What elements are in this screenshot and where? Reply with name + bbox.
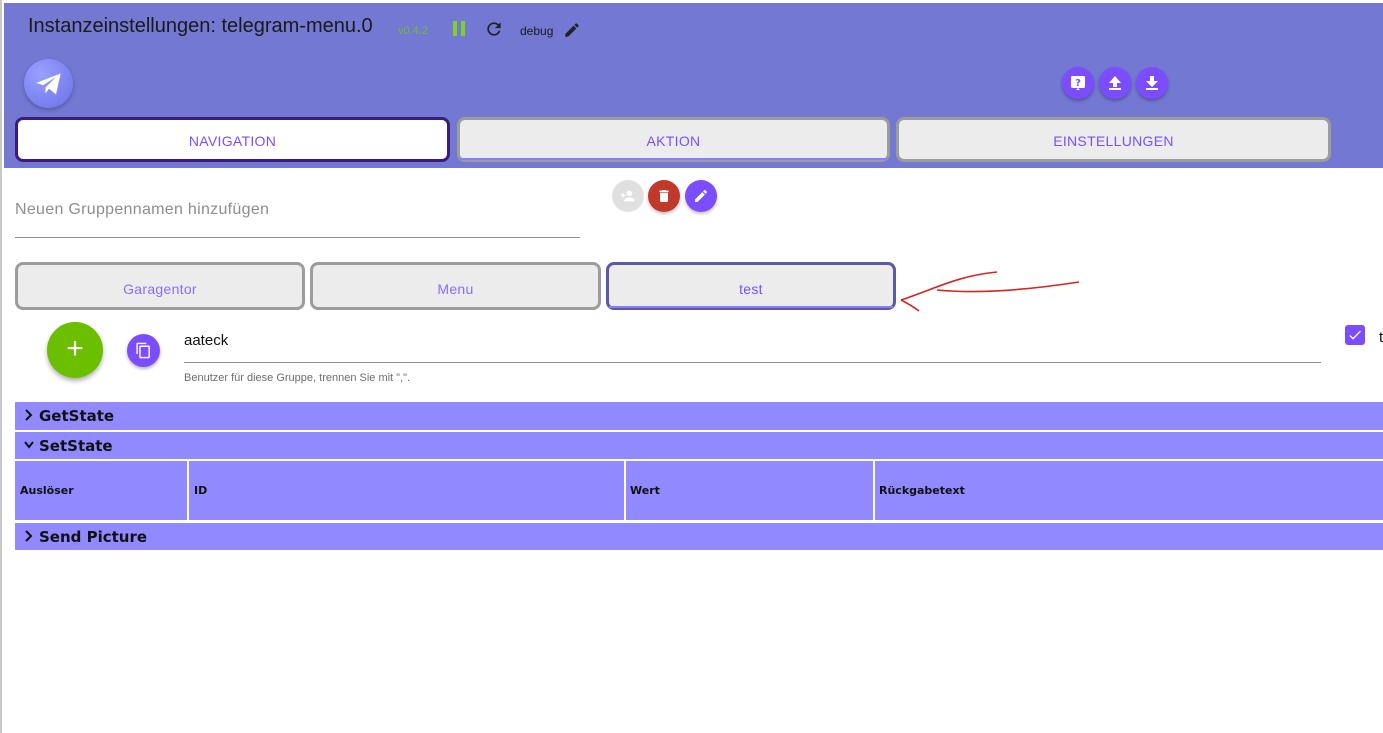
group-active-checkbox[interactable] (1345, 325, 1365, 345)
setstate-table-header: Auslöser ID Wert Rückgabetext (15, 461, 1383, 520)
copy-icon (136, 342, 150, 359)
upload-icon (1109, 76, 1121, 90)
tab-underline (609, 306, 893, 308)
page-title: Instanzeinstellungen: telegram-menu.0 (28, 15, 373, 37)
edit-icon (695, 189, 708, 202)
tab-navigation[interactable]: NAVIGATION (15, 117, 450, 162)
accordion-label: GetState (39, 407, 115, 425)
tab-navigation-label: NAVIGATION (188, 133, 277, 149)
tab-aktion[interactable]: AKTION (457, 117, 890, 162)
telegram-plane-icon (36, 73, 61, 95)
edit-group-button[interactable] (685, 180, 717, 212)
group-tab-test[interactable]: test (606, 262, 896, 310)
accordion-getstate[interactable]: GetState (15, 402, 1383, 430)
group-tab-label: Garagentor (123, 281, 197, 297)
accordion-setstate[interactable]: SetState (15, 432, 1383, 459)
tab-underline (460, 158, 887, 160)
refresh-icon[interactable] (484, 19, 504, 39)
column-header-id: ID (194, 484, 208, 497)
delete-icon (659, 190, 669, 202)
add-group-icon (620, 190, 635, 202)
column-header-ausloeser: Auslöser (20, 484, 74, 497)
instance-header: ? NAVIGATION AKTION EINSTELLUNGEN (4, 51, 1383, 168)
tab-einstellungen[interactable]: EINSTELLUNGEN (896, 117, 1331, 162)
log-level-label: debug (520, 24, 554, 38)
checkbox-label: t (1379, 329, 1383, 346)
users-helper-text: Benutzer für diese Gruppe, trennen Sie m… (184, 372, 411, 384)
column-header-rueckgabetext: Rückgabetext (879, 484, 965, 497)
version-badge: v0.4.2 (398, 25, 428, 37)
group-name-input[interactable]: Neuen Gruppennamen hinzufügen (15, 196, 580, 238)
add-group-button[interactable] (612, 180, 644, 212)
group-tab-garagentor[interactable]: Garagentor (15, 262, 305, 310)
title-bar: Instanzeinstellungen: telegram-menu.0 v0… (4, 3, 1383, 51)
accordion-label: Send Picture (39, 528, 148, 546)
group-tab-menu[interactable]: Menu (310, 262, 601, 310)
tab-aktion-label: AKTION (646, 133, 701, 149)
annotation-arrow (900, 271, 1080, 312)
svg-text:?: ? (1075, 78, 1081, 89)
help-icon: ? (1071, 76, 1085, 90)
telegram-logo (24, 59, 73, 108)
accordion-label: SetState (39, 437, 113, 455)
accordion-send-picture[interactable]: Send Picture (15, 523, 1383, 550)
download-icon (1146, 76, 1158, 90)
chevron-right-icon (25, 530, 33, 542)
add-entry-button[interactable]: + (47, 322, 103, 378)
pause-icon[interactable] (452, 21, 466, 38)
edit-log-level-icon[interactable] (563, 21, 581, 39)
users-input[interactable]: aateck (184, 328, 1321, 363)
group-tab-label: Menu (437, 281, 474, 297)
copy-button[interactable] (127, 334, 160, 367)
help-button[interactable]: ? (1062, 67, 1094, 99)
check-icon (1349, 330, 1361, 340)
column-header-wert: Wert (630, 484, 660, 497)
chevron-down-icon (24, 441, 34, 449)
group-tab-label: test (739, 281, 763, 297)
upload-button[interactable] (1099, 67, 1131, 99)
app-frame: Instanzeinstellungen: telegram-menu.0 v0… (0, 0, 1383, 733)
delete-group-button[interactable] (648, 180, 680, 212)
chevron-right-icon (25, 409, 33, 421)
tab-einstellungen-label: EINSTELLUNGEN (1053, 133, 1174, 149)
download-button[interactable] (1136, 67, 1168, 99)
